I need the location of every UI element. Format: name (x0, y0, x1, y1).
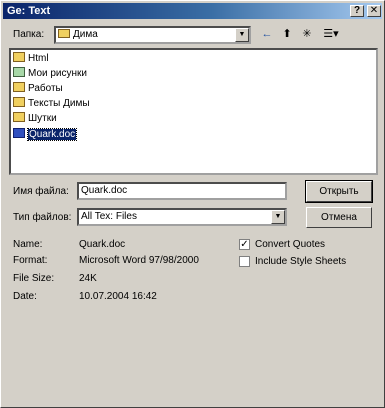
file-list[interactable]: Html Мои рисунки Работы Тексты Димы Шутк… (9, 48, 378, 175)
include-styles-label: Include Style Sheets (255, 256, 347, 267)
include-styles-checkbox[interactable] (239, 256, 250, 267)
word-document-icon (13, 128, 25, 139)
info-size-value: 24K (79, 273, 97, 284)
open-button[interactable]: Открыть (305, 180, 373, 203)
lookin-label: Папка: (13, 29, 45, 40)
list-item[interactable]: Работы (13, 82, 63, 96)
info-format-label: Format: (13, 255, 48, 266)
info-name-value: Quark.doc (79, 239, 126, 250)
info-name-label: Name: (13, 239, 43, 250)
list-item[interactable]: Тексты Димы (13, 97, 90, 111)
back-icon[interactable]: ← (259, 26, 275, 42)
help-button[interactable]: ? (350, 5, 364, 17)
up-folder-icon[interactable]: ⬆ (279, 26, 295, 42)
list-item[interactable]: Html (13, 52, 49, 66)
cancel-button[interactable]: Отмена (306, 207, 372, 228)
info-format-value: Microsoft Word 97/98/2000 (79, 255, 199, 266)
lookin-value: Дима (73, 29, 98, 40)
filename-label: Имя файла: (13, 186, 69, 197)
info-date-value: 10.07.2004 16:42 (79, 291, 157, 302)
filetype-value: All Tex: Files (81, 211, 137, 222)
info-date-label: Date: (13, 291, 37, 302)
folder-icon (13, 82, 25, 93)
folder-icon (13, 112, 25, 123)
convert-quotes-checkbox[interactable]: ✓ (239, 239, 250, 250)
chevron-down-icon[interactable]: ▼ (235, 28, 249, 42)
filetype-label: Тип файлов: (13, 212, 72, 223)
chevron-down-icon[interactable]: ▼ (271, 210, 285, 224)
folder-icon (13, 52, 25, 63)
list-item[interactable]: Шутки (13, 112, 57, 126)
pictures-folder-icon (13, 67, 25, 78)
filename-field[interactable]: Quark.doc (77, 182, 287, 200)
new-folder-icon[interactable]: ✳ (299, 26, 315, 42)
title-bar[interactable]: Ge: Text ? ✕ (3, 3, 382, 19)
close-button[interactable]: ✕ (367, 5, 381, 17)
lookin-dropdown[interactable]: Дима ▼ (54, 26, 251, 44)
window-title: Ge: Text (7, 5, 51, 17)
convert-quotes-label: Convert Quotes (255, 239, 326, 250)
info-size-label: File Size: (13, 273, 55, 284)
list-item[interactable]: Мои рисунки (13, 67, 87, 81)
open-file-dialog: Ge: Text ? ✕ Папка: Дима ▼ ← ⬆ ✳ ☰▾ Html… (0, 0, 385, 408)
view-menu-icon[interactable]: ☰▾ (319, 26, 343, 42)
list-item-selected[interactable]: Quark.doc (13, 128, 78, 142)
folder-icon (13, 97, 25, 108)
filetype-dropdown[interactable]: All Tex: Files ▼ (77, 208, 287, 226)
folder-icon (58, 28, 70, 38)
